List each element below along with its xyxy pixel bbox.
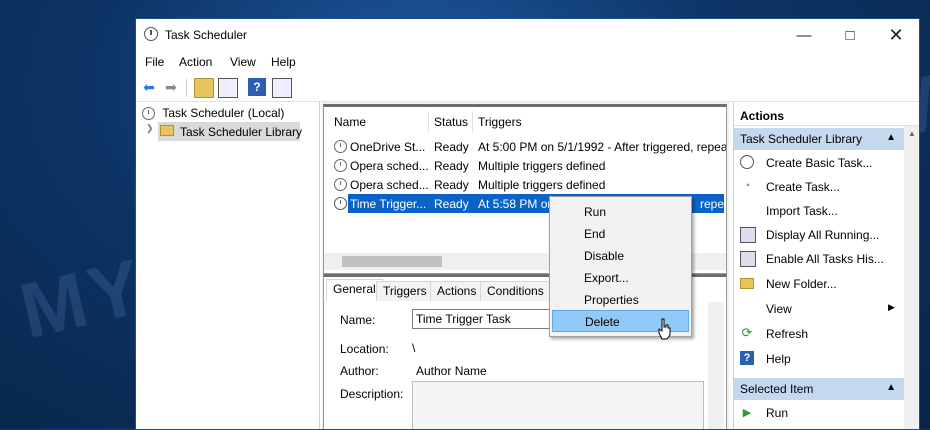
author-value: Author Name [416,364,487,378]
action-new-folder[interactable]: New Folder... [740,273,904,295]
tab-triggers[interactable]: Triggers [376,281,434,301]
task-row[interactable]: OneDrive St... Ready At 5:00 PM on 5/1/1… [332,137,726,156]
menu-view[interactable]: View [230,55,256,69]
column-divider[interactable] [472,111,473,133]
action-import-task[interactable]: Import Task... [740,200,904,222]
menu-help[interactable]: Help [271,55,296,69]
task-row[interactable]: Opera sched... Ready Multiple triggers d… [332,156,724,175]
show-hide-tree-icon[interactable] [218,78,238,98]
collapse-arrow-icon[interactable]: ▲ [886,382,896,393]
context-menu: Run End Disable Export... Properties Del… [549,196,692,337]
refresh-icon: ⟳ [741,325,753,340]
action-create-task[interactable]: ◔ Create Task... [740,176,904,198]
maximize-icon[interactable]: □ [827,19,873,51]
menu-action[interactable]: Action [179,55,212,69]
create-basic-task-icon [740,155,754,169]
actions-header: Actions [734,104,919,126]
scroll-up-icon[interactable]: ▲ [908,129,916,138]
scrollbar-thumb[interactable] [342,256,442,267]
expand-chevron-icon[interactable]: ❯ [146,123,154,134]
actions-pane: Actions Task Scheduler Library ▲ Create … [733,102,919,429]
hand-cursor-icon [658,318,671,340]
action-display-all-running[interactable]: Display All Running... [740,224,904,246]
action-enable-all-tasks-history[interactable]: Enable All Tasks His... [740,248,904,270]
action-help[interactable]: ? Help [740,348,904,370]
menu-file[interactable]: File [145,55,164,69]
task-scheduler-window: Task Scheduler — □ ✕ File Action View He… [135,18,920,430]
up-folder-icon[interactable] [194,78,214,98]
menu-item-disable[interactable]: Disable [552,245,689,267]
menu-item-run[interactable]: Run [552,201,689,223]
menu-bar: File Action View Help [136,51,919,73]
menu-item-properties[interactable]: Properties [552,289,689,311]
group-selected-item[interactable]: Selected Item ▲ [734,378,904,400]
tab-conditions[interactable]: Conditions [480,281,551,301]
navigation-tree: Task Scheduler (Local) ❯ Task Scheduler … [136,102,320,429]
help-icon[interactable]: ? [248,78,266,96]
task-clock-icon [334,178,347,191]
description-label: Description: [340,387,404,401]
show-action-pane-icon[interactable] [272,78,292,98]
create-task-icon: ◔ [743,180,751,192]
display-running-icon [740,227,756,243]
close-icon[interactable]: ✕ [873,19,919,51]
action-view[interactable]: View ▶ [740,298,904,320]
toolbar-divider [186,79,187,97]
task-clock-icon [334,197,347,210]
group-task-scheduler-library[interactable]: Task Scheduler Library ▲ [734,128,904,150]
minimize-icon[interactable]: — [781,19,827,51]
action-run[interactable]: ▶ Run [740,402,904,424]
clock-icon [142,107,155,121]
history-icon [740,251,756,267]
name-label: Name: [340,313,376,327]
menu-item-export[interactable]: Export... [552,267,689,289]
column-header-name[interactable]: Name [334,115,366,129]
column-divider[interactable] [428,111,429,133]
title-bar[interactable]: Task Scheduler — □ ✕ [136,19,919,51]
location-label: Location: [340,342,389,356]
task-row[interactable]: Opera sched... Ready Multiple triggers d… [332,175,724,194]
description-field[interactable] [412,381,704,429]
action-create-basic-task[interactable]: Create Basic Task... [740,152,904,174]
vertical-scrollbar[interactable] [708,302,724,429]
collapse-arrow-icon[interactable]: ▲ [886,132,896,143]
column-header-triggers[interactable]: Triggers [478,115,522,129]
actions-scrollbar[interactable]: ▲ [904,126,919,429]
task-scheduler-icon [144,27,158,41]
tree-root[interactable]: Task Scheduler (Local) [142,106,284,121]
back-arrow-icon[interactable]: ⬅ [140,78,158,96]
folder-clock-icon [160,125,174,136]
author-label: Author: [340,364,379,378]
location-value: \ [412,341,416,355]
tab-actions[interactable]: Actions [430,281,484,301]
task-clock-icon [334,159,347,172]
action-refresh[interactable]: ⟳ Refresh [740,323,904,345]
window-title: Task Scheduler [165,28,248,42]
submenu-arrow-icon: ▶ [888,302,895,312]
tab-general[interactable]: General [326,279,383,301]
help-icon: ? [740,351,754,365]
run-play-icon: ▶ [742,406,752,419]
column-header-status[interactable]: Status [434,115,468,129]
toolbar: ⬅ ➡ ? [136,73,919,102]
folder-icon [740,278,754,289]
tree-item-task-scheduler-library[interactable]: Task Scheduler Library [158,122,302,141]
forward-arrow-icon[interactable]: ➡ [162,78,180,96]
menu-item-end[interactable]: End [552,223,689,245]
task-clock-icon [334,140,347,153]
